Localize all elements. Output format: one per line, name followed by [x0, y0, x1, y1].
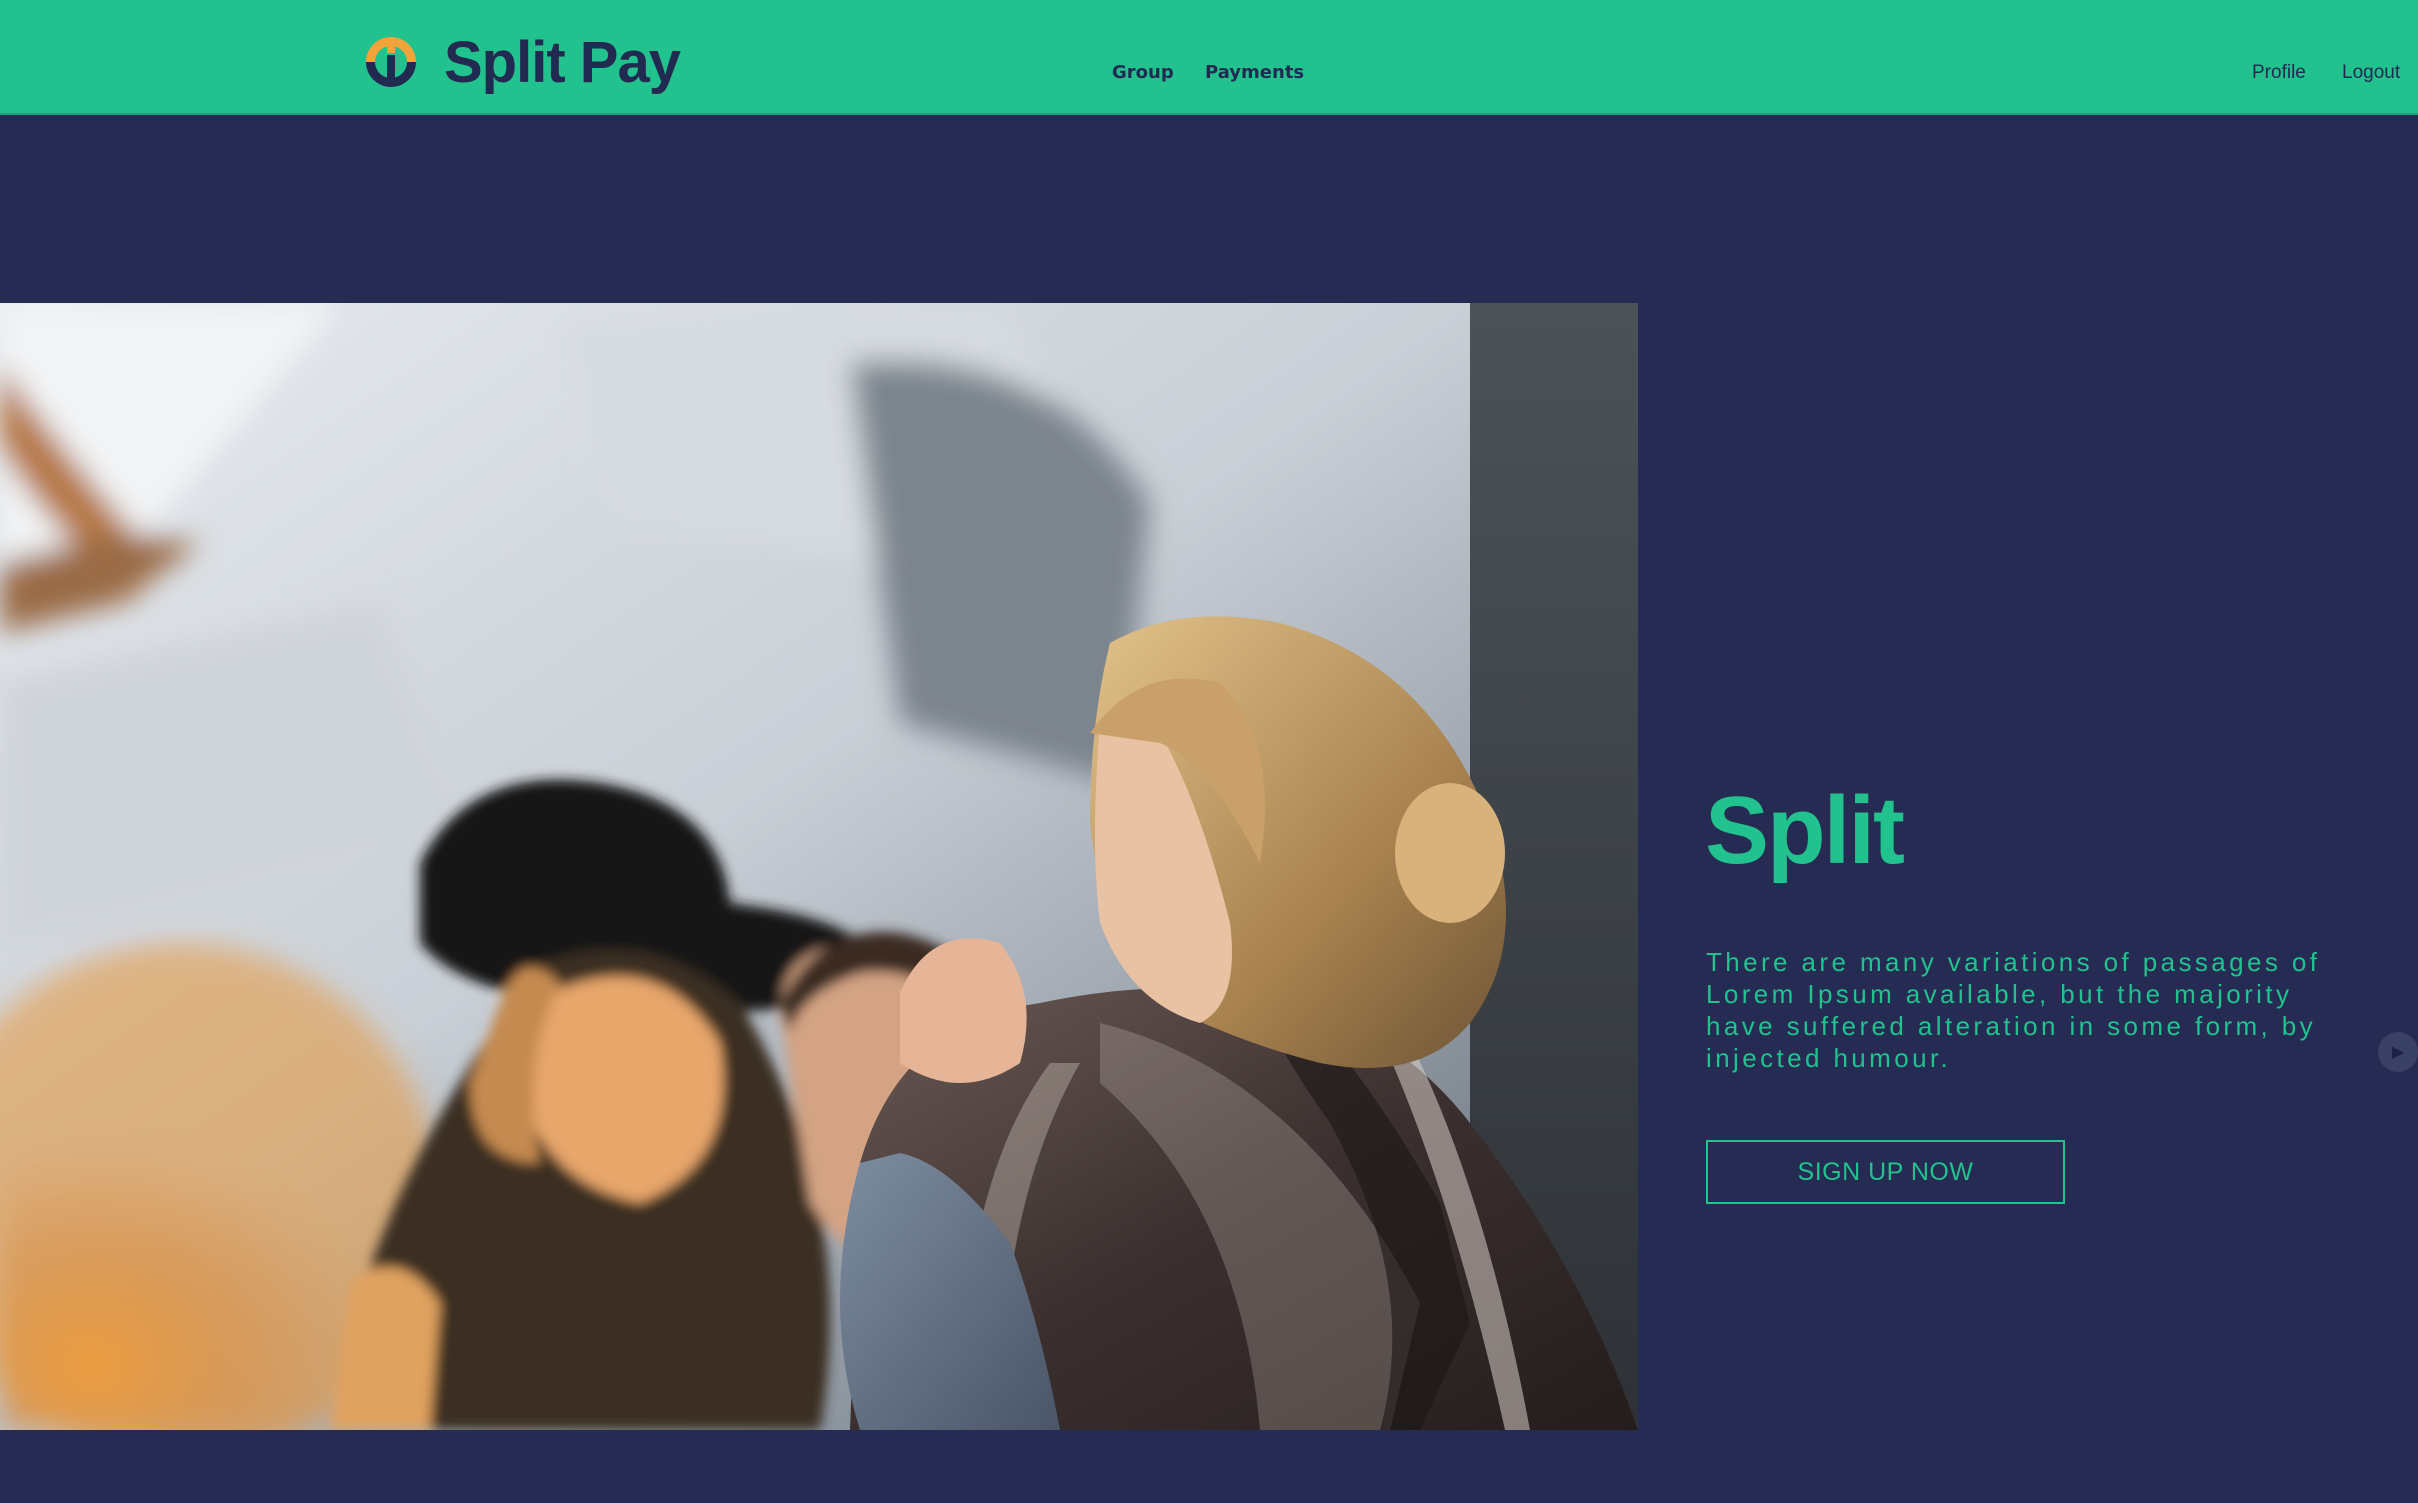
nav-link-logout[interactable]: Logout [2342, 62, 2400, 84]
chevron-right-icon: ▶ [2391, 1042, 2405, 1061]
carousel-next-button[interactable]: ▶ [2378, 1032, 2418, 1072]
brand-name: Split Pay [444, 29, 681, 95]
nav-link-group[interactable]: Group [1112, 62, 1174, 83]
split-pay-logo-icon [362, 33, 420, 91]
hero-photo [0, 303, 1638, 1430]
nav-link-payments[interactable]: Payments [1205, 62, 1304, 83]
hero-description: There are many variations of passages of… [1706, 947, 2321, 1073]
brand-home-link[interactable]: Split Pay [362, 30, 681, 95]
nav-link-profile[interactable]: Profile [2252, 62, 2306, 84]
sign-up-button[interactable]: SIGN UP NOW [1706, 1140, 2065, 1204]
hero-title: Split [1705, 777, 1905, 884]
top-navbar: Split Pay Group Payments Profile Logout [0, 0, 2418, 115]
